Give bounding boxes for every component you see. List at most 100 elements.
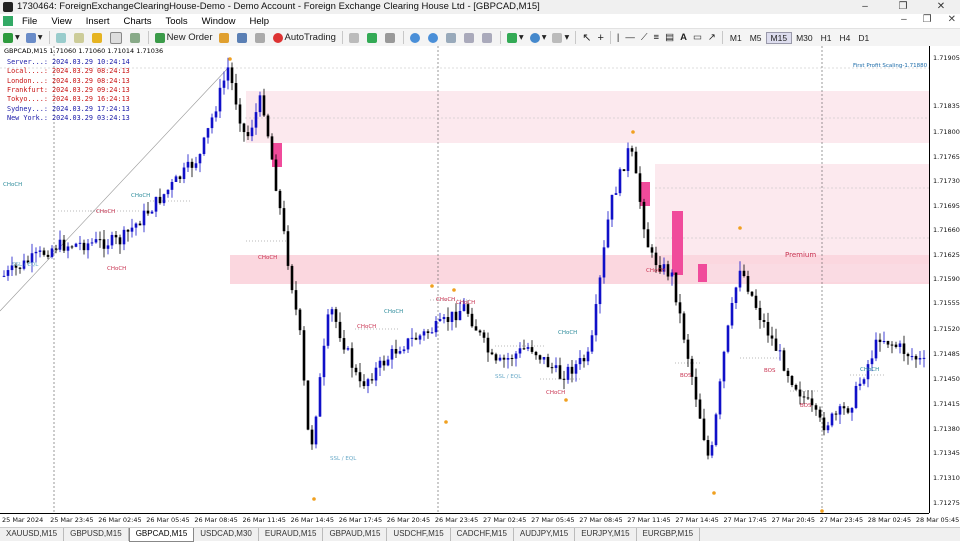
zoom-out-button[interactable] — [425, 30, 443, 45]
time-tick-label: 26 Mar 08:45 — [194, 516, 238, 524]
bearish-candle — [490, 352, 494, 355]
child-minimize-button[interactable]: – — [901, 14, 907, 25]
time-tick-label: 27 Mar 20:45 — [771, 516, 815, 524]
timeframe-h4[interactable]: H4 — [835, 33, 854, 43]
vertical-line-tool-button[interactable]: | — [614, 30, 622, 45]
label-tool-button[interactable]: ▭ — [690, 30, 705, 45]
market-button[interactable] — [252, 30, 270, 45]
chart-shift-button[interactable] — [461, 30, 479, 45]
indicators-icon — [506, 32, 517, 43]
horizontal-line-tool-button[interactable]: — — [622, 30, 638, 45]
price-chart[interactable]: GBPCAD,M15 1.71060 1.71060 1.71014 1.710… — [0, 46, 929, 513]
menu-view[interactable]: View — [44, 16, 78, 27]
bullish-candle — [722, 351, 726, 382]
timeframe-h1[interactable]: H1 — [817, 33, 836, 43]
chart-tab[interactable]: USDCHF,M15 — [387, 528, 451, 541]
metaeditor-button[interactable] — [216, 30, 234, 45]
menu-tools[interactable]: Tools — [158, 16, 194, 27]
data-window-button[interactable] — [71, 30, 89, 45]
new-order-button[interactable]: New Order — [152, 30, 216, 45]
market-watch-button[interactable] — [53, 30, 71, 45]
signals-button[interactable] — [234, 30, 252, 45]
chart-tab[interactable]: EURGBP,M15 — [637, 528, 701, 541]
timeframe-m5[interactable]: M5 — [746, 33, 766, 43]
chart-tab[interactable]: EURJPY,M15 — [575, 528, 637, 541]
chart-tab[interactable]: AUDJPY,M15 — [514, 528, 576, 541]
chart-tab[interactable]: USDCAD,M30 — [194, 528, 259, 541]
periods-button[interactable]: ▾ — [527, 30, 550, 45]
bearish-candle — [834, 413, 838, 415]
bullish-candle — [566, 366, 570, 380]
menu-window[interactable]: Window — [195, 16, 243, 27]
bullish-candle — [106, 245, 110, 249]
timeframe-m1[interactable]: M1 — [726, 33, 746, 43]
strategy-tester-button[interactable] — [127, 30, 145, 45]
clock-row: Tokyo....: 2024.03.29 16:24:13 — [7, 95, 130, 104]
line-chart-button[interactable] — [382, 30, 400, 45]
templates-button[interactable]: ▾ — [549, 30, 572, 45]
bullish-candle — [862, 379, 866, 384]
timeframe-d1[interactable]: D1 — [854, 33, 873, 43]
bullish-candle — [714, 414, 718, 446]
restore-button[interactable]: ❐ — [884, 0, 922, 14]
time-tick-label: 26 Mar 17:45 — [338, 516, 383, 524]
bearish-candle — [46, 254, 50, 257]
fibo-tool-button[interactable]: ▤ — [662, 30, 677, 45]
chart-tab[interactable]: GBPUSD,M15 — [64, 528, 129, 541]
candlestick-button[interactable] — [364, 30, 382, 45]
chart-doc-icon[interactable] — [3, 16, 13, 26]
bullish-candle — [150, 211, 154, 214]
bar-chart-button[interactable] — [346, 30, 364, 45]
price-tick-label: 1.71835 — [933, 102, 960, 110]
channel-tool-button[interactable]: ≡ — [651, 30, 663, 45]
price-axis[interactable]: 1.71905 1.71835 1.71800 1.71765 1.71730 1.716… — [929, 46, 960, 513]
cursor-tool-button[interactable]: ↖ — [579, 30, 594, 45]
bearish-candle — [230, 67, 234, 84]
chart-tab[interactable]: CADCHF,M15 — [451, 528, 514, 541]
child-close-button[interactable]: ✕ — [948, 14, 956, 25]
indicators-button[interactable]: ▾ — [504, 30, 527, 45]
menu-charts[interactable]: Charts — [117, 16, 159, 27]
close-button[interactable]: ✕ — [922, 0, 960, 14]
profiles-button[interactable]: ▾ — [23, 30, 46, 45]
terminal-button[interactable] — [107, 30, 127, 45]
time-axis[interactable]: 25 Mar 2024 25 Mar 23:45 26 Mar 02:45 26 Ma… — [0, 513, 959, 526]
text-tool-button[interactable]: A — [677, 30, 690, 45]
tile-windows-button[interactable] — [443, 30, 461, 45]
menu-file[interactable]: File — [15, 16, 44, 27]
chart-tab[interactable]: GBPAUD,M15 — [323, 528, 388, 541]
time-tick-label: 27 Mar 08:45 — [579, 516, 623, 524]
chart-tab[interactable]: EURAUD,M15 — [259, 528, 324, 541]
chart-canvas[interactable] — [0, 46, 929, 513]
arrows-tool-button[interactable]: ↗ — [705, 30, 719, 45]
autotrading-button[interactable]: AutoTrading — [270, 30, 339, 45]
premium-zone-inner — [698, 264, 929, 282]
line-chart-icon — [384, 32, 395, 43]
navigator-button[interactable] — [89, 30, 107, 45]
bearish-candle — [42, 250, 46, 255]
bearish-candle — [750, 291, 754, 296]
bearish-candle — [482, 332, 486, 338]
menu-insert[interactable]: Insert — [79, 16, 117, 27]
bullish-candle — [254, 112, 258, 128]
child-restore-button[interactable]: ❐ — [923, 14, 932, 25]
menu-help[interactable]: Help — [242, 16, 276, 27]
zoom-in-button[interactable] — [407, 30, 425, 45]
periods-icon — [529, 32, 540, 43]
new-chart-button[interactable]: ▾ — [0, 30, 23, 45]
bearish-candle — [470, 313, 474, 327]
bullish-candle — [554, 365, 558, 368]
timeframe-m15[interactable]: M15 — [765, 31, 793, 44]
bullish-candle — [598, 277, 602, 305]
crosshair-tool-button[interactable]: + — [594, 30, 606, 45]
chart-tab[interactable]: XAUUSD,M15 — [0, 528, 65, 541]
bullish-candle — [850, 407, 854, 413]
bearish-candle — [530, 347, 534, 352]
trendline-tool-button[interactable]: ⟋ — [638, 30, 651, 45]
market-icon — [254, 32, 265, 43]
minimize-button[interactable]: – — [846, 0, 884, 14]
bullish-candle — [346, 348, 350, 350]
autoscroll-button[interactable] — [479, 30, 497, 45]
timeframe-m30[interactable]: M30 — [792, 33, 817, 43]
first-profit-label: First Profit Scaling-1.71880 — [853, 63, 928, 69]
